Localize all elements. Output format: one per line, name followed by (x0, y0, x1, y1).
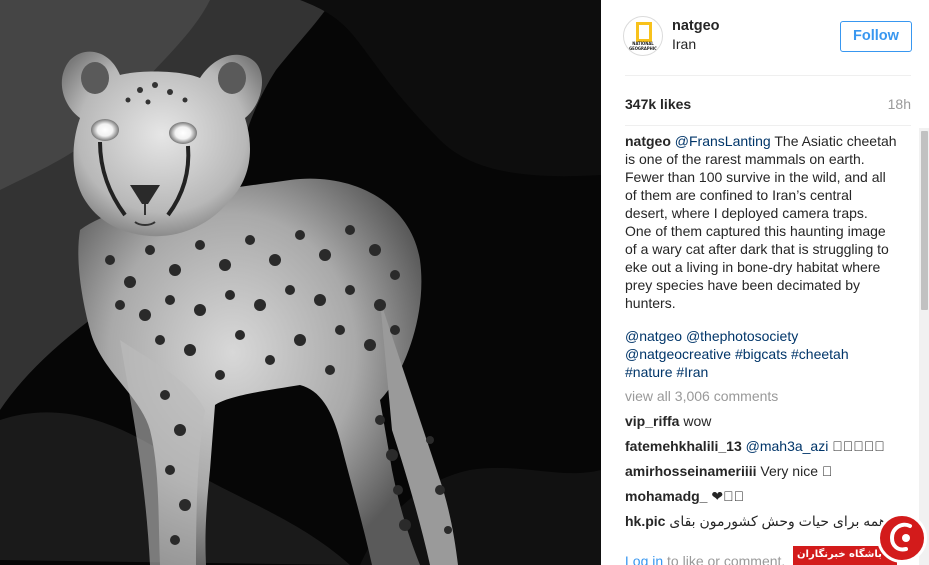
login-link[interactable]: Log in (625, 553, 663, 565)
hashtag-link[interactable]: @natgeocreative (625, 346, 731, 362)
caption: natgeo @FransLanting The Asiatic cheetah… (625, 132, 897, 312)
comment-item: vip_riffa wow (625, 412, 897, 437)
yjc-news-logo-glyph (889, 522, 912, 552)
avatar[interactable]: NATIONAL GEOGRAPHIC (623, 16, 663, 56)
post-timestamp[interactable]: 18h (888, 96, 911, 112)
comment-item: mohamadg_ ❤􀀀􀀀 (625, 487, 897, 512)
hashtag-list: @natgeo @thephotosociety @natgeocreative… (625, 327, 897, 381)
hashtag-link[interactable]: #cheetah (791, 346, 849, 362)
login-prompt-text: to like or comment. (663, 553, 786, 565)
comment-mention-link[interactable]: @mah3a_azi (746, 438, 829, 454)
cheetah-photo-image (0, 0, 601, 565)
scrollbar-thumb[interactable] (921, 131, 928, 310)
comment-text: wow (679, 413, 712, 429)
comments-feed: natgeo @FransLanting The Asiatic cheetah… (625, 132, 897, 537)
comment-author[interactable]: vip_riffa (625, 413, 679, 429)
hashtag-link[interactable]: #nature (625, 364, 672, 380)
header-divider (625, 75, 911, 76)
national-geographic-logo-icon (636, 22, 652, 42)
post-photo[interactable] (0, 0, 601, 565)
caption-text: The Asiatic cheetah is one of the rarest… (625, 133, 897, 311)
comment-item: amirhosseinameriiii Very nice 􀀀 (625, 462, 897, 487)
login-prompt: Log in to like or comment. (625, 553, 785, 565)
comment-author[interactable]: hk.pic (625, 513, 665, 529)
comment-author[interactable]: amirhosseinameriiii (625, 463, 757, 479)
hashtag-link[interactable]: #bigcats (735, 346, 787, 362)
comment-author[interactable]: mohamadg_ (625, 488, 707, 504)
comment-author[interactable]: fatemehkhalili_13 (625, 438, 742, 454)
hashtag-link[interactable]: @natgeo (625, 328, 682, 344)
comment-text: Very nice 􀀀 (756, 463, 833, 479)
post-header: NATIONAL GEOGRAPHIC natgeo Iran Follow (601, 0, 929, 75)
caption-mention-link[interactable]: @FransLanting (675, 133, 771, 149)
hashtag-link[interactable]: #Iran (676, 364, 708, 380)
watermark-overlay: باشگاه خبرنگاران (793, 513, 929, 565)
likes-count[interactable]: 347k likes (625, 96, 691, 112)
likes-divider (625, 125, 911, 126)
comment-text: ❤􀀀􀀀 (707, 488, 745, 504)
comment-text: 􀀀􀀀􀀀􀀀􀀀 (828, 438, 885, 454)
post-details-panel: NATIONAL GEOGRAPHIC natgeo Iran Follow 3… (601, 0, 929, 565)
view-all-comments-link[interactable]: view all 3,006 comments (625, 387, 897, 405)
yjc-news-logo-icon (877, 513, 927, 563)
avatar-brand-line-2: GEOGRAPHIC (629, 45, 657, 51)
watermark-text: باشگاه خبرنگاران (797, 549, 882, 560)
hashtag-link[interactable]: @thephotosociety (686, 328, 798, 344)
username[interactable]: natgeo (672, 18, 720, 34)
comment-item: fatemehkhalili_13 @mah3a_azi 􀀀􀀀􀀀􀀀􀀀 (625, 437, 897, 462)
avatar-brand-text: NATIONAL GEOGRAPHIC (624, 41, 662, 52)
location-link[interactable]: Iran (672, 36, 696, 52)
follow-button[interactable]: Follow (840, 21, 912, 52)
caption-author[interactable]: natgeo (625, 133, 671, 149)
